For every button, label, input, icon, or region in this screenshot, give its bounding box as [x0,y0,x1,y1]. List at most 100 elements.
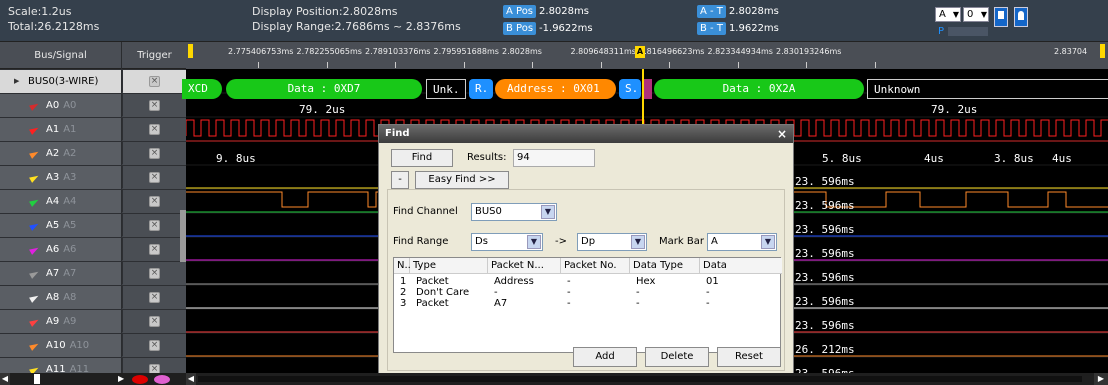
zoom-out-icon[interactable] [154,375,170,384]
channel-name[interactable]: A1 A1 [0,118,122,141]
trigger-cell[interactable]: × [123,214,186,237]
trigger-cell[interactable]: × [123,118,186,141]
collapse-button[interactable]: - [391,171,409,189]
jump-down-button[interactable] [994,7,1008,27]
easy-find-button[interactable]: Easy Find >> [415,171,509,189]
channel-row[interactable]: A9 A9 × [0,310,186,333]
scroll-thumb[interactable] [34,374,40,384]
find-channel-select[interactable]: BUS0 ▼ [471,203,557,221]
probe-icon [29,221,40,231]
mark-bar-select[interactable]: A ▼ [707,233,777,251]
channel-name[interactable]: A8 A8 [0,286,122,309]
channel-row[interactable]: A4 A4 × [0,190,186,213]
trigger-cell[interactable]: × [123,286,186,309]
wave-scroll-track[interactable] [198,376,1082,382]
mark-bar-label: Mark Bar [659,236,704,247]
marker-button[interactable] [1014,7,1028,27]
channel-row[interactable]: A10 A10 × [0,334,186,357]
trigger-toggle-icon[interactable]: × [149,196,160,207]
trigger-toggle-icon[interactable]: × [149,124,160,135]
channel-name[interactable]: A2 A2 [0,142,122,165]
channel-row[interactable]: A6 A6 × [0,238,186,261]
criteria-cell: - [494,287,498,298]
trigger-toggle-icon[interactable]: × [149,340,160,351]
channel-row[interactable]: A0 A0 × [0,94,186,117]
a-pos-badge: A Pos [503,5,537,18]
trigger-cell[interactable]: × [123,70,186,93]
trigger-toggle-icon[interactable]: × [149,292,160,303]
trigger-toggle-icon[interactable]: × [149,316,160,327]
a2-width-label: 4us [924,152,944,165]
channel-name[interactable]: A0 A0 [0,94,122,117]
add-button[interactable]: Add [573,347,637,367]
channel-label: A0 [46,100,60,111]
channel-row[interactable]: A7 A7 × [0,262,186,285]
a-t-readout: A - T 2.8028ms [697,4,779,19]
probe-icon [29,317,40,327]
channel-row[interactable]: A8 A8 × [0,286,186,309]
trigger-cell[interactable]: × [123,190,186,213]
col-header[interactable]: Packet N... [488,258,561,274]
marker-p-label: P [938,26,945,37]
trigger-cell[interactable]: × [123,142,186,165]
channel-row[interactable]: ▶ BUS0(3-WIRE) × [0,70,186,93]
trigger-cell[interactable]: × [123,310,186,333]
trigger-toggle-icon[interactable]: × [149,76,160,87]
chevron-down-icon: ▼ [761,235,775,249]
col-header[interactable]: Type [410,258,488,274]
scroll-left-icon[interactable]: ◀ [0,373,10,385]
range-to-select[interactable]: Dp ▼ [577,233,647,251]
col-header[interactable]: Data [700,258,782,274]
channel-row[interactable]: A5 A5 × [0,214,186,237]
zoom-in-icon[interactable] [132,375,148,384]
trigger-toggle-icon[interactable]: × [149,148,160,159]
channel-alias: A8 [63,292,77,303]
trigger-toggle-icon[interactable]: × [149,268,160,279]
wave-scroll-left-icon[interactable]: ◀ [186,373,196,385]
trigger-cell[interactable]: × [123,262,186,285]
find-channel-label: Find Channel [393,206,458,217]
channel-name[interactable]: A4 A4 [0,190,122,213]
trigger-cell[interactable]: × [123,94,186,117]
trigger-toggle-icon[interactable]: × [149,172,160,183]
trigger-toggle-icon[interactable]: × [149,100,160,111]
trigger-cell[interactable]: × [123,166,186,189]
criteria-row[interactable]: 2 Don't Care - - - - [394,288,780,299]
channel-row[interactable]: A1 A1 × [0,118,186,141]
bus-segment: XCD [182,79,222,99]
channel-row[interactable]: A3 A3 × [0,166,186,189]
range-from-select[interactable]: Ds ▼ [471,233,543,251]
col-header[interactable]: Data Type [630,258,700,274]
channel-name[interactable]: A5 A5 [0,214,122,237]
wave-scroll-right-icon[interactable]: ▶ [1094,373,1108,385]
cursor-select[interactable]: A ▼ [935,7,961,22]
channel-name[interactable]: ▶ BUS0(3-WIRE) [0,70,122,93]
channel-name[interactable]: A3 A3 [0,166,122,189]
channel-name[interactable]: A7 A7 [0,262,122,285]
col-header[interactable]: Packet No. [561,258,630,274]
a0-width-label: 79. 2us [931,103,978,116]
col-header[interactable]: N.. [394,258,411,274]
trigger-toggle-icon[interactable]: × [149,220,160,231]
criteria-cell: - [567,287,571,298]
b-pos-value: -1.9622ms [539,23,593,34]
trigger-cell[interactable]: × [123,334,186,357]
channel-name[interactable]: A10 A10 [0,334,122,357]
trigger-toggle-icon[interactable]: × [149,244,160,255]
close-icon[interactable]: × [777,125,787,143]
time-label: 23. 596ms [795,223,855,236]
channel-name[interactable]: A6 A6 [0,238,122,261]
find-dialog-titlebar[interactable]: Find × [379,125,793,143]
find-button[interactable]: Find [391,149,453,167]
trigger-cell[interactable]: × [123,238,186,261]
channel-name[interactable]: A9 A9 [0,310,122,333]
criteria-row[interactable]: 3 Packet A7 - - - [394,299,780,310]
scroll-right-icon[interactable]: ▶ [118,373,128,385]
bar-icon [998,11,1004,19]
delete-button[interactable]: Delete [645,347,709,367]
reset-button[interactable]: Reset [717,347,781,367]
criteria-cell: A7 [494,298,508,309]
value-select[interactable]: 0 ▼ [963,7,989,22]
time-label: 23. 596ms [795,247,855,260]
channel-row[interactable]: A2 A2 × [0,142,186,165]
